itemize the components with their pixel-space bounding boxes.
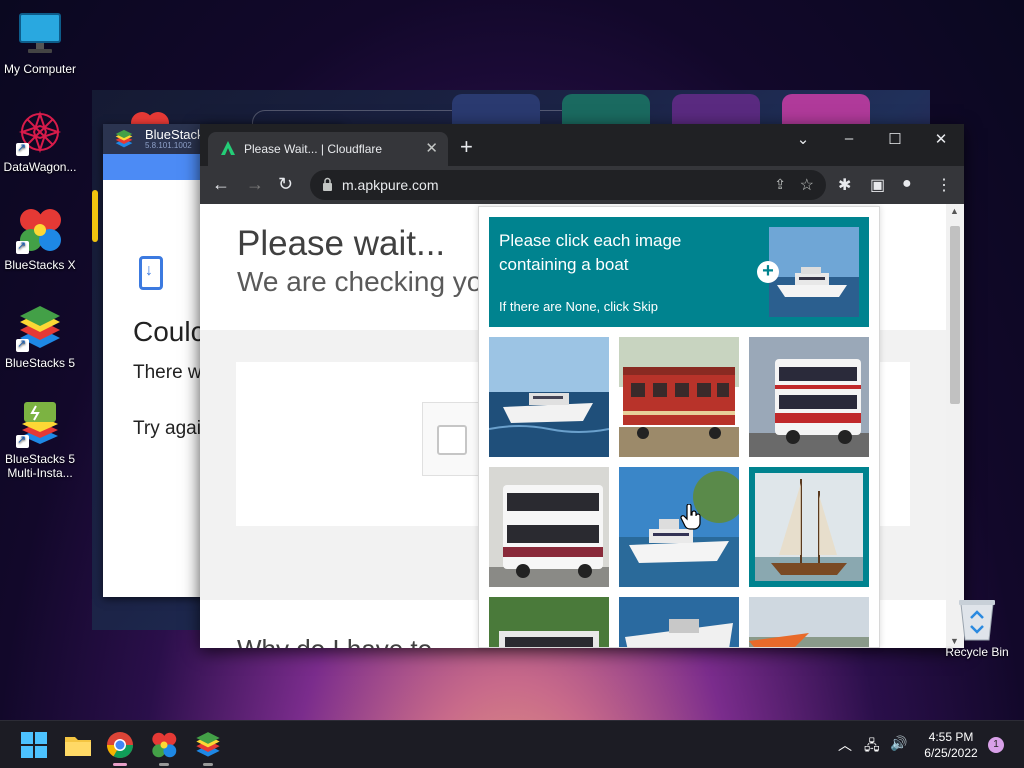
tab-cloudflare[interactable]: Please Wait... | Cloudflare ✕ bbox=[208, 132, 448, 166]
desktop-icon-bluestacks-5[interactable]: BlueStacks 5 bbox=[0, 304, 80, 370]
bluestacks-5-retry-text: Try agai bbox=[133, 418, 201, 439]
captcha-prompt-banner: Please click each image containing a boa… bbox=[489, 217, 869, 327]
taskbar: ︿ 🖧 🔊 4:55 PM 6/25/2022 1 bbox=[0, 720, 1024, 768]
notification-badge[interactable]: 1 bbox=[988, 737, 1004, 753]
why-heading: Why do I have to bbox=[237, 634, 432, 648]
desktop-icon-datawagon[interactable]: DataWagon... bbox=[0, 108, 80, 174]
reload-icon[interactable]: ↻ bbox=[278, 174, 293, 194]
captcha-image-boat[interactable] bbox=[619, 467, 739, 587]
captcha-image-bus[interactable] bbox=[489, 597, 609, 647]
clock-date: 6/25/2022 bbox=[924, 746, 978, 760]
download-phone-icon bbox=[139, 256, 163, 290]
bluestacks-x-icon bbox=[16, 206, 64, 254]
captcha-image-bus[interactable] bbox=[489, 467, 609, 587]
desktop-icon-label: DataWagon... bbox=[3, 160, 77, 174]
bookmark-star-icon[interactable]: ☆ bbox=[800, 175, 814, 195]
lock-icon bbox=[323, 177, 332, 191]
desktop-icon-bluestacks-x[interactable]: BlueStacks X bbox=[0, 206, 80, 272]
file-explorer-icon[interactable] bbox=[62, 729, 94, 761]
desktop-icon-label: My Computer bbox=[3, 62, 77, 76]
scroll-thumb[interactable] bbox=[950, 226, 960, 404]
bluestacks-x-icon[interactable] bbox=[148, 729, 180, 766]
tab-search-icon[interactable]: ⌄ bbox=[788, 130, 818, 148]
share-icon[interactable]: ⇪ bbox=[774, 176, 786, 193]
captcha-prompt-text: Please click each image containing a boa… bbox=[499, 231, 682, 274]
running-indicator bbox=[159, 763, 169, 766]
captcha-image-boat[interactable] bbox=[489, 337, 609, 457]
bluestacks-5-error-text: There w bbox=[133, 362, 202, 383]
captcha-checkbox[interactable] bbox=[437, 425, 467, 455]
hcaptcha-challenge: Please click each image containing a boa… bbox=[478, 206, 880, 648]
chrome-menu-icon[interactable]: ⋮ bbox=[936, 175, 952, 195]
minimize-button[interactable]: – bbox=[834, 130, 864, 147]
shortcut-arrow-icon bbox=[16, 433, 29, 448]
desktop-icon-label: BlueStacks 5 bbox=[4, 356, 76, 370]
captcha-image-sailboat[interactable] bbox=[749, 467, 869, 587]
running-indicator bbox=[113, 763, 127, 766]
desktop-icon-bluestacks-multi[interactable]: BlueStacks 5 Multi-Insta... bbox=[0, 400, 80, 480]
bluestacks-5-title: BlueStack bbox=[145, 127, 204, 142]
tab-strip[interactable]: Please Wait... | Cloudflare ✕ + ⌄ – ☐ ✕ bbox=[200, 124, 964, 166]
scroll-up-icon[interactable]: ▲ bbox=[950, 206, 959, 216]
running-indicator bbox=[203, 763, 213, 766]
back-arrow-icon[interactable]: ← bbox=[212, 174, 230, 194]
page-subtitle: We are checking yo bbox=[237, 266, 483, 297]
close-window-button[interactable]: ✕ bbox=[926, 130, 956, 148]
bluestacks-5-icon bbox=[115, 129, 133, 148]
shortcut-arrow-icon bbox=[16, 239, 29, 254]
volume-icon[interactable]: 🔊 bbox=[890, 735, 907, 752]
side-panel-icon[interactable]: ▣ bbox=[870, 175, 885, 195]
shortcut-arrow-icon bbox=[16, 337, 29, 352]
chrome-window[interactable]: Please Wait... | Cloudflare ✕ + ⌄ – ☐ ✕ … bbox=[200, 124, 964, 648]
captcha-zoom-plus-icon[interactable]: + bbox=[757, 261, 779, 283]
page-scrollbar[interactable]: ▲ ▼ bbox=[946, 204, 964, 648]
chrome-toolbar: ← → ↻ m.apkpure.com ⇪ ☆ ✱ ▣ ● ⋮ bbox=[200, 166, 964, 204]
start-icon[interactable] bbox=[18, 729, 50, 761]
tab-close-icon[interactable]: ✕ bbox=[425, 139, 438, 157]
bluestacks-side-accent bbox=[92, 190, 98, 242]
monitor-icon bbox=[16, 10, 64, 58]
forward-arrow-icon[interactable]: → bbox=[246, 174, 264, 194]
bluestacks-5-error-heading: Coulc bbox=[133, 316, 205, 347]
bluestacks-5-version: 5.8.101.1002 bbox=[145, 141, 192, 150]
show-hidden-icons-chevron-icon[interactable]: ︿ bbox=[838, 735, 852, 755]
network-icon[interactable]: 🖧 bbox=[864, 735, 880, 759]
captcha-image-train[interactable] bbox=[619, 337, 739, 457]
address-bar[interactable]: m.apkpure.com ⇪ ☆ bbox=[310, 170, 826, 200]
captcha-skip-hint: If there are None, click Skip bbox=[499, 299, 658, 314]
datawagon-icon bbox=[16, 108, 64, 156]
taskbar-clock[interactable]: 4:55 PM 6/25/2022 bbox=[916, 729, 986, 761]
page-title: Please wait... bbox=[237, 224, 446, 263]
profile-avatar-icon[interactable]: ● bbox=[902, 175, 912, 193]
url-text: m.apkpure.com bbox=[342, 177, 439, 193]
recycle-bin-icon bbox=[959, 600, 995, 641]
bluestacks-5-icon[interactable] bbox=[192, 729, 224, 766]
desktop-icon-my-computer[interactable]: My Computer bbox=[0, 10, 80, 76]
captcha-example-image[interactable] bbox=[769, 227, 859, 317]
captcha-image-bus[interactable] bbox=[749, 337, 869, 457]
desktop-icon-label: Recycle Bin bbox=[945, 645, 1009, 659]
bluestacks-multi-icon bbox=[16, 400, 64, 448]
new-tab-button[interactable]: + bbox=[460, 136, 473, 158]
hand-pointer-cursor-icon bbox=[680, 504, 701, 530]
desktop-icon-recycle-bin[interactable]: Recycle Bin bbox=[940, 596, 1014, 659]
tab-title: Please Wait... | Cloudflare bbox=[244, 142, 383, 156]
captcha-image-plane[interactable] bbox=[749, 597, 869, 647]
desktop-icon-label: BlueStacks 5 Multi-Insta... bbox=[4, 452, 76, 480]
clock-time: 4:55 PM bbox=[928, 730, 974, 744]
extensions-puzzle-icon[interactable]: ✱ bbox=[838, 175, 851, 195]
apkpure-favicon-icon bbox=[221, 141, 235, 155]
maximize-button[interactable]: ☐ bbox=[880, 130, 910, 148]
chrome-icon[interactable] bbox=[104, 729, 136, 766]
captcha-image-boat[interactable] bbox=[619, 597, 739, 647]
shortcut-arrow-icon bbox=[16, 141, 29, 156]
bluestacks-5-icon bbox=[16, 304, 64, 352]
desktop-icon-label: BlueStacks X bbox=[4, 258, 76, 272]
